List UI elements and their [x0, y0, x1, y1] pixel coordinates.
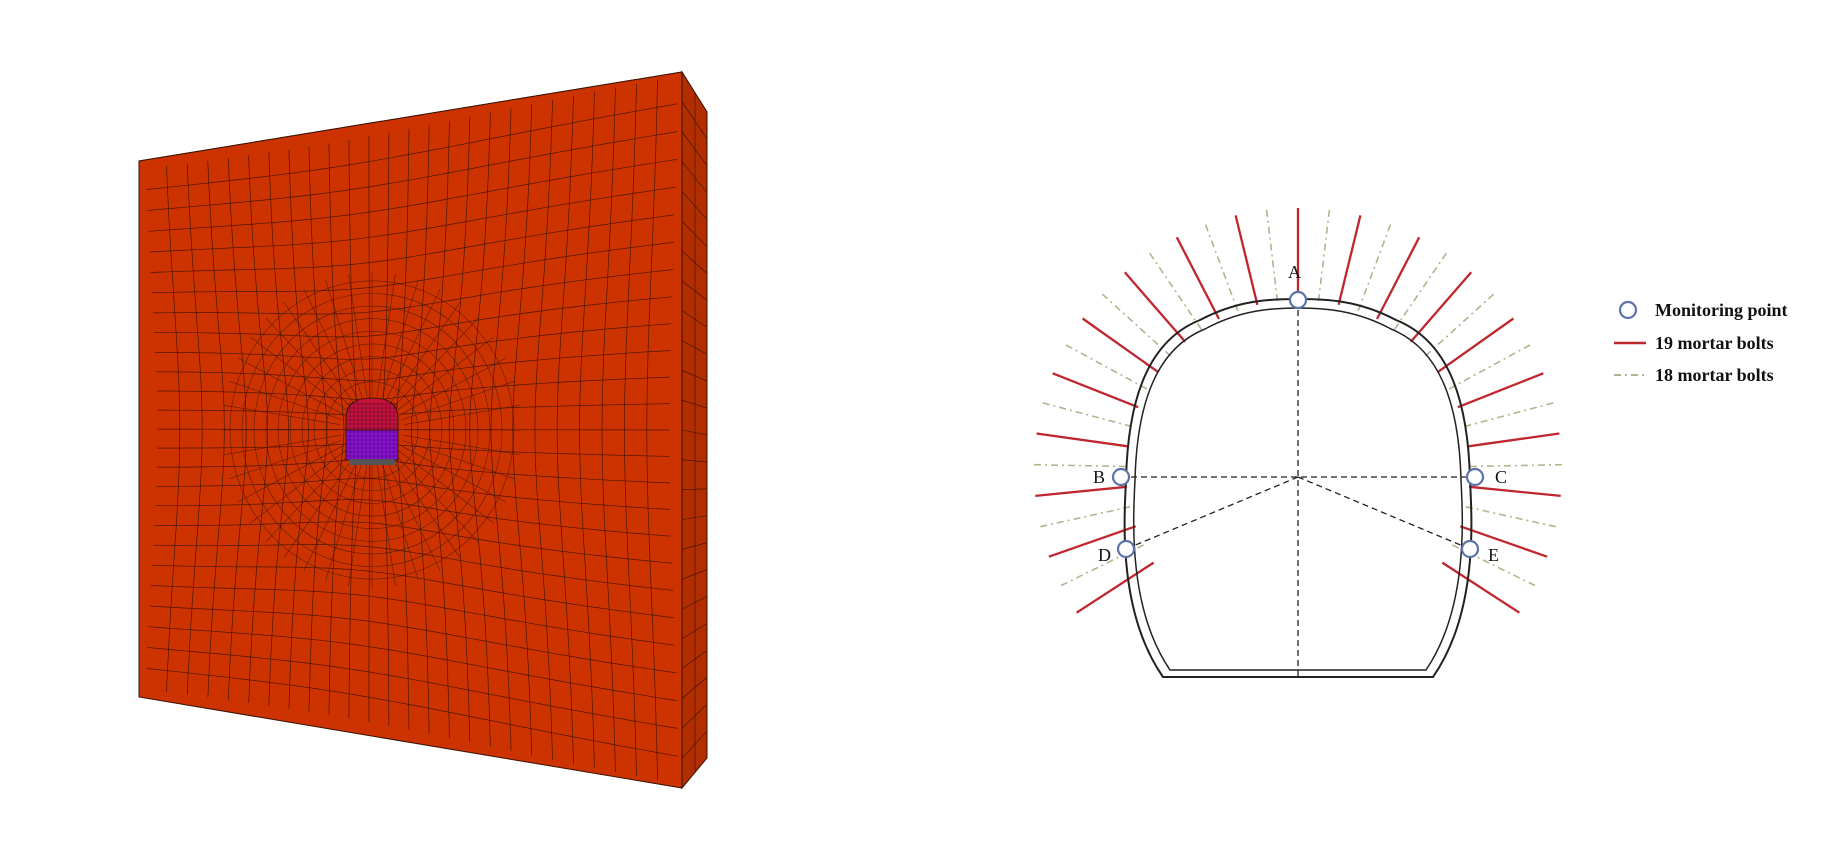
- monitoring-point-a-marker: [1288, 290, 1308, 310]
- mortar-bolt-19: [1234, 215, 1259, 306]
- legend-monitoring-point-icon: [1618, 300, 1638, 320]
- mortar-bolt-19: [1035, 485, 1127, 498]
- mortar-bolt-19: [1469, 485, 1561, 498]
- measurement-lines: [1121, 300, 1475, 677]
- mortar-bolt-18: [1204, 224, 1239, 312]
- mortar-bolt-19: [1081, 317, 1159, 373]
- mortar-bolt-18: [1424, 293, 1495, 357]
- mortar-bolt-19: [1123, 271, 1187, 343]
- mortar-bolt-18: [1265, 209, 1279, 302]
- mortar-bolt-18: [1469, 463, 1562, 468]
- monitoring-point-b-marker: [1111, 467, 1131, 487]
- mortar-bolt-18: [1101, 293, 1172, 357]
- tunnel-excavation-zone: [345, 397, 399, 465]
- mortar-bolt-19: [1175, 236, 1221, 320]
- mortar-bolt-19: [1468, 432, 1560, 448]
- mortar-bolt-18: [1317, 209, 1331, 302]
- mortar-bolt-19: [1409, 271, 1473, 343]
- figure-canvas: A B C D E Monitoring point 19 mortar bolts 1…: [138, 70, 1788, 790]
- mortar-bolt-18: [1042, 402, 1132, 428]
- mortar-bolt-19: [1375, 236, 1421, 320]
- finite-element-model: [138, 70, 708, 790]
- legend: Monitoring point 19 mortar bolts 18 mort…: [1614, 300, 1788, 385]
- mortar-bolt-19: [1036, 432, 1128, 448]
- mortar-bolt-18: [1465, 506, 1556, 528]
- monitoring-point-a-label: A: [1288, 262, 1301, 282]
- monitoring-point-c-label: C: [1495, 467, 1507, 487]
- legend-bolts-19-label: 19 mortar bolts: [1655, 333, 1774, 353]
- legend-bolts-18-label: 18 mortar bolts: [1655, 365, 1774, 385]
- monitoring-point-e-label: E: [1488, 545, 1499, 565]
- diagonal-guide-left: [1125, 476, 1299, 550]
- monitoring-point-c-marker: [1465, 467, 1485, 487]
- mortar-bolt-18: [1393, 252, 1447, 330]
- diagonal-guide-right: [1297, 476, 1471, 550]
- monitoring-point-d-marker: [1116, 539, 1136, 559]
- mortar-bolt-19: [1457, 372, 1544, 409]
- monitoring-point-e-marker: [1460, 539, 1480, 559]
- mortar-bolt-19: [1052, 372, 1139, 409]
- legend-monitoring-point-label: Monitoring point: [1655, 300, 1788, 320]
- mortar-bolt-18: [1149, 252, 1203, 330]
- monitoring-point-d-label: D: [1098, 545, 1111, 565]
- mortar-bolt-18: [1040, 506, 1131, 528]
- mortar-bolt-18: [1357, 224, 1392, 312]
- mortar-bolt-18: [1464, 402, 1554, 428]
- monitoring-point-b-label: B: [1093, 467, 1105, 487]
- mortar-bolt-19: [1437, 317, 1515, 373]
- tunnel-invert: [349, 459, 395, 465]
- mortar-bolt-19: [1337, 215, 1362, 306]
- mortar-bolt-18: [1034, 463, 1127, 468]
- tunnel-cross-section: A B C D E: [1034, 208, 1562, 678]
